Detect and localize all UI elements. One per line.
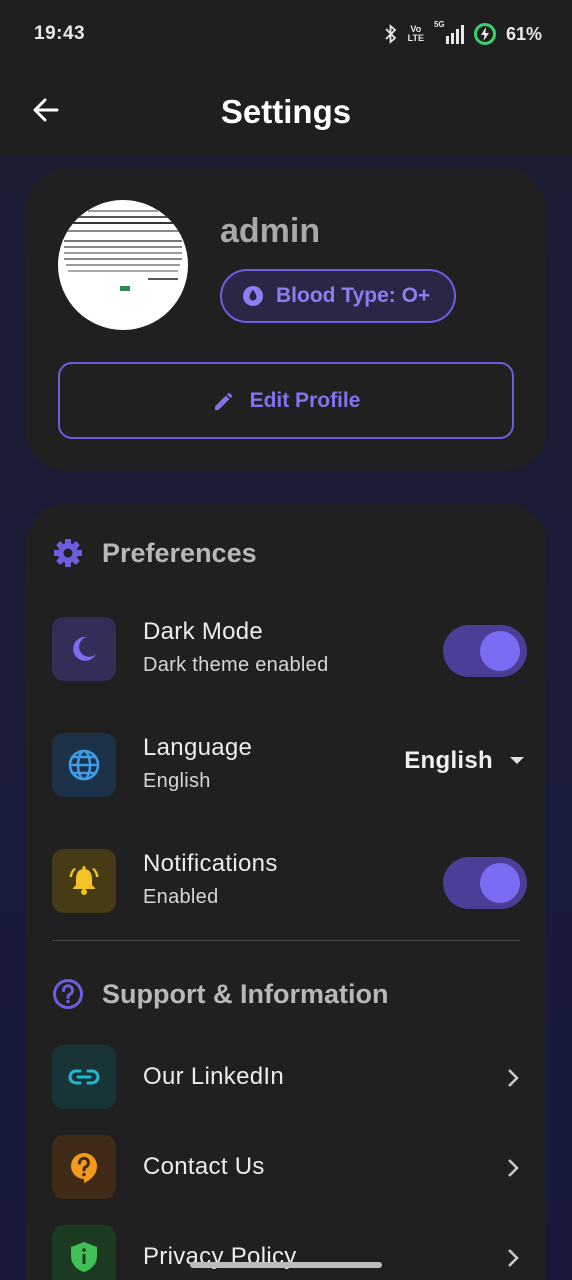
battery-level: 61% — [505, 23, 542, 44]
support-heading: Support & Information — [52, 978, 388, 1010]
language-dropdown[interactable]: English — [404, 747, 525, 775]
home-indicator[interactable] — [190, 1262, 382, 1268]
page-title: Settings — [220, 93, 352, 130]
support-title: Support & Information — [102, 978, 389, 1009]
setting-dark-mode[interactable]: Dark Mode Dark theme enabled — [52, 617, 527, 683]
avatar[interactable] — [58, 200, 188, 330]
arrow-left-icon — [33, 98, 59, 122]
link-icon — [52, 1045, 116, 1109]
volte-icon: Vo LTE — [408, 25, 424, 43]
blood-type-label: Blood Type: O+ — [276, 284, 431, 307]
gear-icon — [54, 539, 82, 567]
status-icons: Vo LTE 5G 61% — [384, 20, 542, 45]
setting-language[interactable]: Language English English — [52, 733, 524, 799]
edit-profile-button[interactable]: Edit Profile — [58, 362, 514, 439]
support-item-privacy[interactable]: Privacy Policy — [52, 1225, 520, 1280]
status-time: 19:43 — [34, 23, 86, 44]
setting-subtitle: Enabled — [143, 886, 219, 908]
dark-mode-toggle[interactable] — [443, 625, 527, 677]
bell-icon — [52, 849, 116, 913]
app-bar: Settings — [0, 68, 572, 156]
signal-icon: 5G — [434, 20, 464, 44]
moon-icon — [52, 617, 116, 681]
support-item-label: Our LinkedIn — [143, 1063, 285, 1090]
globe-icon — [52, 733, 116, 797]
username: admin — [220, 212, 321, 250]
notifications-toggle[interactable] — [443, 857, 527, 909]
blood-drop-icon — [243, 286, 263, 306]
shield-icon — [52, 1225, 116, 1280]
setting-title: Notifications — [143, 850, 278, 877]
battery-charging-icon — [473, 23, 496, 45]
language-selected: English — [404, 747, 493, 774]
preferences-heading: Preferences — [52, 537, 257, 569]
chevron-right-icon — [508, 1159, 519, 1177]
support-item-contact[interactable]: Contact Us — [52, 1135, 520, 1201]
status-bar: 19:43 Vo LTE 5G 61% — [0, 0, 572, 68]
volte-bottom: LTE — [407, 33, 424, 43]
support-item-label: Contact Us — [143, 1153, 265, 1180]
help-bubble-icon — [52, 1135, 116, 1199]
profile-card: admin Blood Type: O+ Edit Profile — [26, 168, 546, 471]
chevron-right-icon — [508, 1069, 519, 1087]
pencil-icon — [214, 392, 232, 410]
chevron-right-icon — [508, 1249, 519, 1267]
section-divider — [52, 940, 520, 941]
setting-title: Language — [143, 734, 253, 761]
edit-profile-label: Edit Profile — [249, 388, 361, 412]
settings-card: Preferences Dark Mode Dark theme enabled… — [26, 503, 546, 1280]
help-circle-icon — [53, 979, 83, 1009]
bluetooth-icon — [384, 24, 398, 44]
setting-notifications[interactable]: Notifications Enabled — [52, 849, 527, 915]
support-item-linkedin[interactable]: Our LinkedIn — [52, 1045, 520, 1111]
setting-subtitle: English — [143, 770, 211, 792]
setting-title: Dark Mode — [143, 618, 264, 645]
setting-subtitle: Dark theme enabled — [143, 654, 329, 676]
network-type: 5G — [433, 20, 445, 29]
caret-down-icon — [510, 757, 524, 764]
blood-type-chip: Blood Type: O+ — [220, 269, 456, 323]
back-button[interactable] — [28, 92, 64, 128]
preferences-title: Preferences — [102, 537, 257, 568]
